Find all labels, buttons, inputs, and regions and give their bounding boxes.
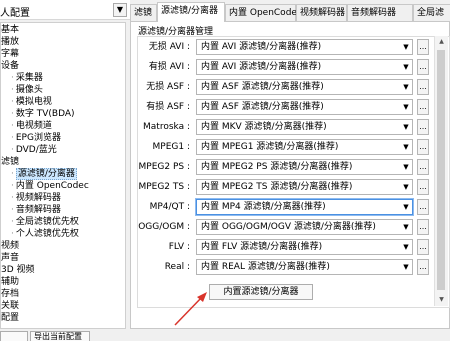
annotation-arrow-icon xyxy=(174,292,207,326)
tab[interactable]: 源滤镜/分离器 xyxy=(157,2,225,22)
footer-button[interactable] xyxy=(0,331,28,341)
export-config-button[interactable]: 导出当前配置 xyxy=(30,331,90,341)
